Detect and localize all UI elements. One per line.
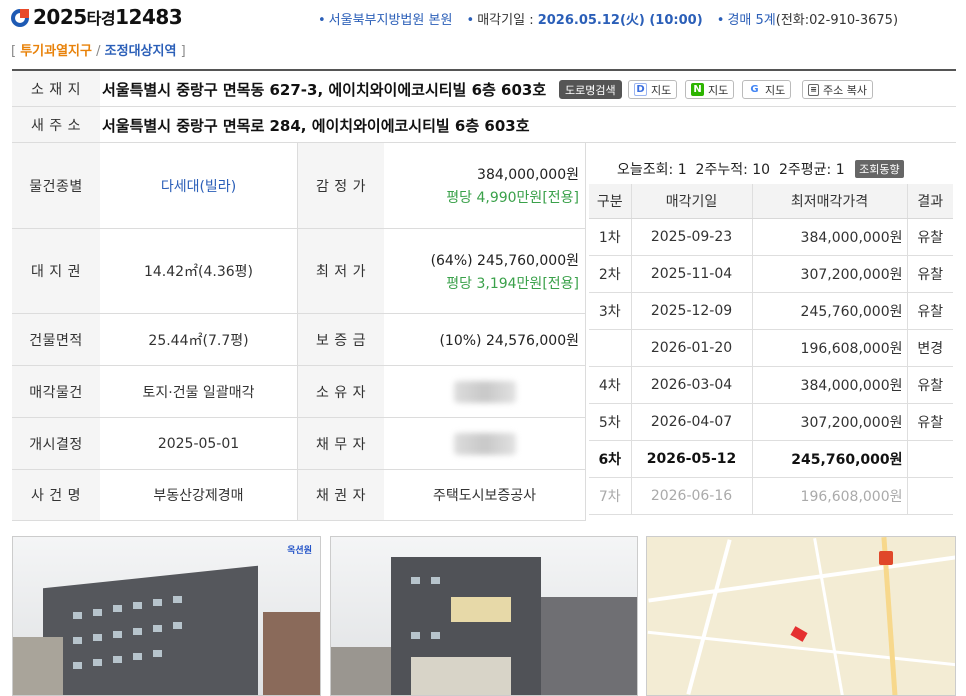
blurred-owner-name	[453, 380, 516, 403]
road-search-button[interactable]: 도로명검색	[559, 80, 622, 99]
watermark-logo: 옥션원	[287, 546, 312, 556]
col-result: 결과	[907, 184, 953, 219]
land-right-value: 14.42㎡(4.36평)	[100, 229, 297, 314]
table-row-future: 7차 2026-06-16 196,608,000원	[589, 477, 953, 515]
table-row: 4차 2026-03-04 384,000,000원 유찰	[589, 366, 953, 404]
court-name[interactable]: 서울북부지방법원 본원	[329, 13, 453, 28]
min-price-per-pyeong: 평당 3,194만원[전용]	[446, 275, 579, 292]
property-photo-street[interactable]	[330, 536, 638, 696]
auction-history-table: 구분 매각기일 최저매각가격 결과 1차 2025-09-23 384,000,00…	[589, 184, 953, 515]
auction-history-panel: 오늘조회: 1 2주누적: 10 2주평균: 1 조회동향 구분 매각기일 최저…	[586, 143, 956, 521]
table-row-current: 6차 2026-05-12 245,760,000원	[589, 440, 953, 478]
two-week-views: 10	[752, 162, 771, 178]
sale-item-label: 매각물건	[12, 366, 100, 418]
daum-map-button[interactable]: D 지도	[628, 80, 678, 99]
col-sale-date: 매각기일	[631, 184, 753, 219]
case-header: 2025타경12483 • 서울북부지방법원 본원 • 매각기일 : 2026.05…	[0, 0, 966, 70]
table-row: 1차 2025-09-23 384,000,000원 유찰	[589, 218, 953, 256]
min-price-value: (64%) 245,760,000원	[430, 252, 579, 269]
table-row: 2026-01-20 196,608,000원 변경	[589, 329, 953, 367]
naver-icon: N	[691, 83, 704, 96]
start-decision-label: 개시결정	[12, 418, 100, 470]
two-week-avg: 1	[835, 162, 845, 178]
case-name-value: 부동산강제경매	[100, 470, 297, 521]
debtor-value	[384, 418, 585, 470]
sale-date: 2026.05.12(火) (10:00)	[537, 13, 703, 28]
google-icon: G	[748, 83, 761, 96]
new-address-row: 새 주 소 서울특별시 중랑구 면목로 284, 에이치와이에코시티빌 6층 6…	[12, 107, 956, 143]
case-name-label: 사 건 명	[12, 470, 100, 521]
dept-link[interactable]: 경매 5계	[727, 13, 775, 28]
property-photo-exterior[interactable]: 옥션원	[12, 536, 321, 696]
land-right-label: 대 지 권	[12, 229, 100, 314]
blurred-debtor-name	[453, 432, 516, 455]
naver-map-button[interactable]: N 지도	[685, 80, 735, 99]
today-views: 1	[677, 162, 687, 178]
map-marker-icon	[879, 551, 893, 565]
view-trend-button[interactable]: 조회동향	[855, 160, 904, 178]
table-row: 2차 2025-11-04 307,200,000원 유찰	[589, 255, 953, 293]
start-decision-value: 2025-05-01	[100, 418, 297, 470]
new-address-label: 새 주 소	[12, 107, 100, 142]
deposit-value: (10%) 24,576,000원	[384, 314, 585, 366]
table-row: 5차 2026-04-07 307,200,000원 유찰	[589, 403, 953, 441]
appraisal-label: 감 정 가	[298, 143, 384, 229]
owner-label: 소 유 자	[298, 366, 384, 418]
table-header-row: 구분 매각기일 최저매각가격 결과	[589, 184, 953, 219]
daum-icon: D	[634, 83, 647, 96]
creditor-value: 주택도시보증공사	[384, 470, 585, 521]
sale-item-value: 토지·건물 일괄매각	[100, 366, 297, 418]
divider	[297, 143, 298, 521]
building-area-label: 건물면적	[12, 314, 100, 366]
debtor-label: 채 무 자	[298, 418, 384, 470]
tag-adjustment-zone: 조정대상지역	[104, 44, 177, 59]
min-price-cell: (64%) 245,760,000원평당 3,194만원[전용]	[384, 229, 585, 314]
appraisal-per-pyeong: 평당 4,990만원[전용]	[446, 190, 579, 206]
copy-address-button[interactable]: ≡ 주소 복사	[802, 80, 873, 99]
google-map-button[interactable]: G 지도	[742, 80, 792, 99]
location-row: 소 재 지 서울특별시 중랑구 면목동 627-3, 에이치와이에코시티빌 6층…	[12, 71, 956, 107]
appraisal-cell: 384,000,000원평당 4,990만원[전용]	[384, 143, 585, 229]
creditor-label: 채 권 자	[298, 470, 384, 521]
col-min-price: 최저매각가격	[752, 184, 908, 219]
building-area-value: 25.44㎡(7.7평)	[100, 314, 297, 366]
location-address: 서울특별시 중랑구 면목동 627-3, 에이치와이에코시티빌 6층 603호	[102, 81, 547, 99]
case-number: 2025타경12483	[33, 5, 183, 29]
deposit-label: 보 증 금	[298, 314, 384, 366]
site-logo-icon	[11, 9, 29, 27]
location-map-thumbnail[interactable]	[646, 536, 956, 696]
region-tags: [ 투기과열지구 / 조정대상지역 ]	[11, 44, 186, 59]
min-price-label: 최 저 가	[298, 229, 384, 314]
type-value[interactable]: 다세대(빌라)	[100, 143, 297, 229]
appraisal-value: 384,000,000원	[477, 167, 579, 183]
copy-icon: ≡	[808, 83, 819, 96]
tag-speculation-zone: 투기과열지구	[20, 44, 92, 59]
property-info-grid: 물건종별 다세대(빌라) 감 정 가 384,000,000원평당 4,990만…	[12, 143, 585, 521]
new-address-value: 서울특별시 중랑구 면목로 284, 에이치와이에코시티빌 6층 603호	[102, 117, 530, 135]
col-round: 구분	[589, 184, 632, 219]
location-label: 소 재 지	[12, 71, 100, 106]
dept-phone: (전화:02-910-3675)	[775, 13, 899, 28]
owner-value	[384, 366, 585, 418]
table-row: 3차 2025-12-09 245,760,000원 유찰	[589, 292, 953, 330]
view-stats: 오늘조회: 1 2주누적: 10 2주평균: 1 조회동향	[617, 159, 904, 179]
court-info: • 서울북부지방법원 본원 • 매각기일 : 2026.05.12(火) (10:0…	[318, 13, 899, 28]
type-label: 물건종별	[12, 143, 100, 229]
